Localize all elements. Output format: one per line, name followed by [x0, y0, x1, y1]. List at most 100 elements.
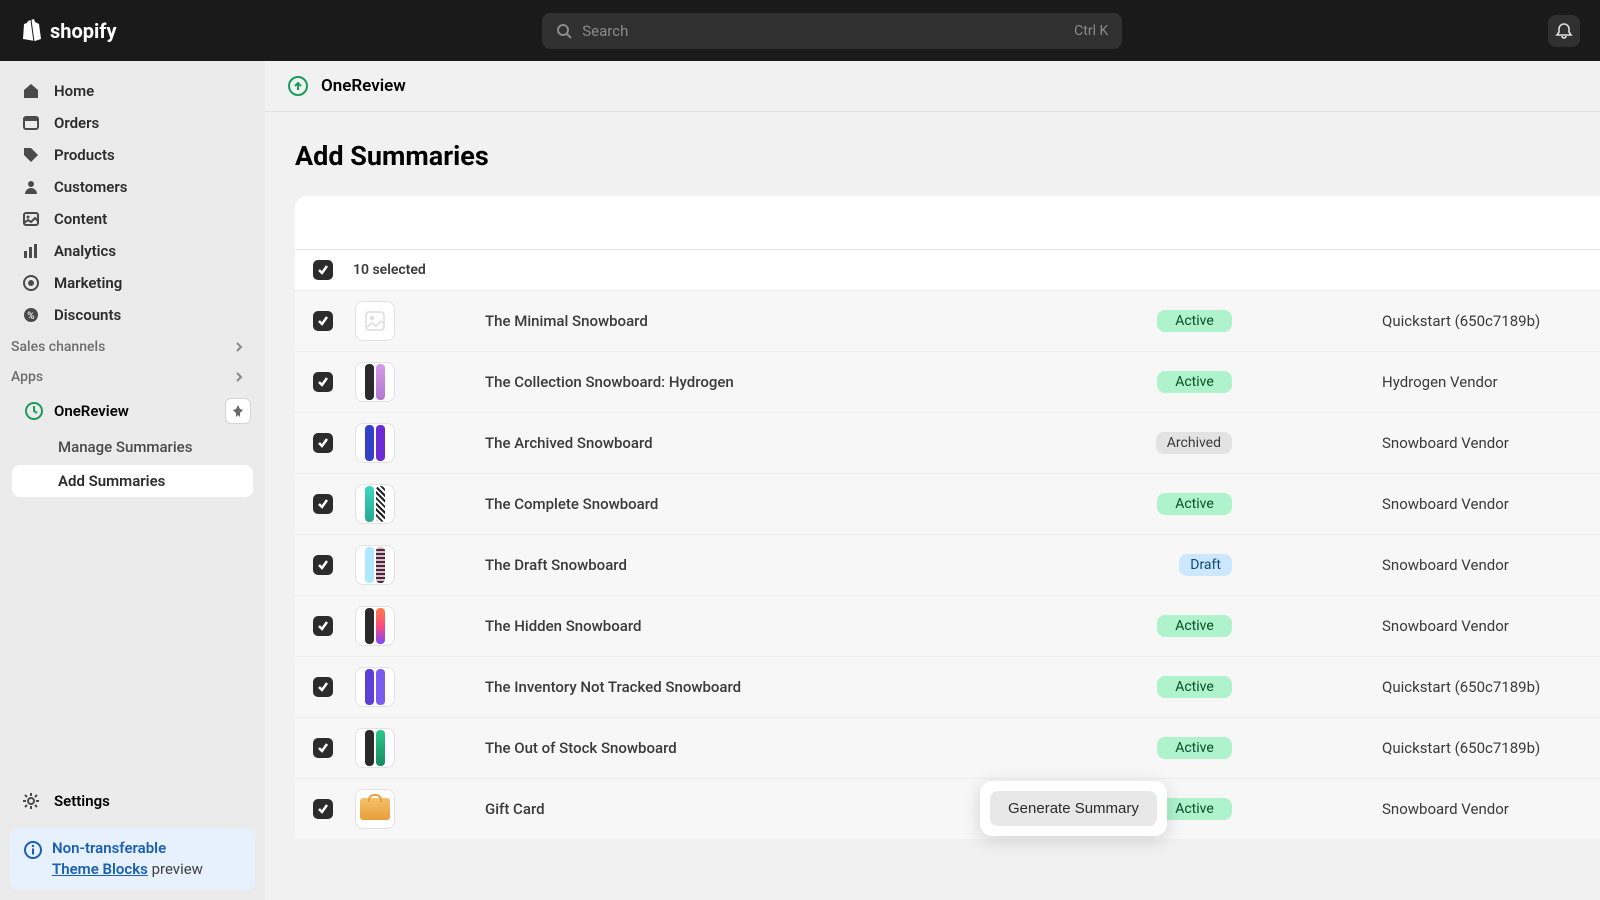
table-row[interactable]: The Out of Stock SnowboardActiveQuicksta…	[295, 717, 1600, 778]
generate-summary-button[interactable]: Generate Summary	[990, 791, 1157, 826]
action-popover: Generate Summary	[980, 781, 1167, 836]
product-title: The Archived Snowboard	[485, 434, 1156, 452]
check-icon	[317, 376, 329, 388]
status-badge: Active	[1157, 737, 1232, 759]
notice-title: Non-transferable	[52, 838, 203, 859]
row-checkbox[interactable]	[313, 799, 333, 819]
table-row[interactable]: The Collection Snowboard: HydrogenActive…	[295, 351, 1600, 412]
row-checkbox[interactable]	[313, 555, 333, 575]
section-apps[interactable]: Apps	[0, 361, 265, 391]
nav-marketing[interactable]: Marketing	[0, 267, 265, 299]
nav-discounts[interactable]: %Discounts	[0, 299, 265, 331]
product-title: The Complete Snowboard	[485, 495, 1157, 513]
status-badge: Draft	[1179, 554, 1232, 576]
status-badge: Active	[1157, 615, 1232, 637]
table-row[interactable]: The Draft SnowboardDraftSnowboard Vendor	[295, 534, 1600, 595]
status-badge: Archived	[1156, 432, 1232, 454]
row-checkbox[interactable]	[313, 616, 333, 636]
vendor-name: Snowboard Vendor	[1382, 800, 1582, 818]
nav-analytics[interactable]: Analytics	[0, 235, 265, 267]
vendor-name: Quickstart (650c7189b)	[1382, 312, 1582, 330]
vendor-name: Snowboard Vendor	[1382, 617, 1582, 635]
product-thumbnail	[355, 545, 395, 585]
shopify-logo-icon	[20, 18, 42, 43]
row-checkbox[interactable]	[313, 311, 333, 331]
search-icon	[556, 23, 572, 39]
product-thumbnail	[355, 362, 395, 402]
table-row[interactable]: Gift CardActiveSnowboard Vendor	[295, 778, 1600, 839]
vendor-name: Snowboard Vendor	[1382, 495, 1582, 513]
home-icon	[20, 82, 42, 100]
vendor-name: Hydrogen Vendor	[1382, 373, 1582, 391]
notice-theme-blocks: Non-transferable Theme Blocks preview	[10, 828, 255, 890]
product-title: The Hidden Snowboard	[485, 617, 1157, 635]
products-card: 10 selected The Minimal SnowboardActiveQ…	[295, 196, 1600, 839]
orders-icon	[20, 114, 42, 132]
check-icon	[317, 437, 329, 449]
app-onereview[interactable]: OneReview	[0, 391, 265, 431]
product-thumbnail	[355, 789, 395, 829]
chevron-right-icon	[233, 341, 245, 353]
product-thumbnail	[355, 484, 395, 524]
pin-button[interactable]	[225, 398, 251, 424]
info-icon	[24, 841, 42, 880]
notice-link[interactable]: Theme Blocks	[52, 860, 148, 878]
product-thumbnail	[355, 301, 395, 341]
app-onereview-icon	[24, 401, 44, 421]
row-checkbox[interactable]	[313, 433, 333, 453]
notifications-button[interactable]	[1548, 15, 1580, 47]
nav-home[interactable]: Home	[0, 75, 265, 107]
search-placeholder: Search	[582, 22, 1074, 40]
check-icon	[317, 315, 329, 327]
chevron-right-icon	[233, 371, 245, 383]
selection-row: 10 selected	[295, 250, 1600, 290]
brand-logo[interactable]: shopify	[20, 18, 117, 43]
product-thumbnail	[355, 423, 395, 463]
nav-content[interactable]: Content	[0, 203, 265, 235]
gear-icon	[20, 792, 42, 810]
row-checkbox[interactable]	[313, 677, 333, 697]
row-checkbox[interactable]	[313, 372, 333, 392]
customers-icon	[20, 178, 42, 196]
product-thumbnail	[355, 606, 395, 646]
sidebar: Home Orders Products Customers Content A…	[0, 61, 265, 900]
status-badge: Active	[1157, 371, 1232, 393]
product-thumbnail	[355, 728, 395, 768]
row-checkbox[interactable]	[313, 494, 333, 514]
selection-count: 10 selected	[353, 262, 426, 278]
pin-icon	[231, 404, 245, 418]
subnav-manage-summaries[interactable]: Manage Summaries	[0, 431, 265, 463]
page-title: Add Summaries	[265, 112, 1600, 196]
product-title: The Minimal Snowboard	[485, 312, 1157, 330]
check-icon	[317, 559, 329, 571]
row-checkbox[interactable]	[313, 738, 333, 758]
table-row[interactable]: The Minimal SnowboardActive Quickstart (6…	[295, 290, 1600, 351]
svg-text:%: %	[27, 311, 34, 322]
marketing-icon	[20, 274, 42, 292]
nav-products[interactable]: Products	[0, 139, 265, 171]
vendor-name: Snowboard Vendor	[1382, 556, 1582, 574]
status-badge: Active	[1157, 676, 1232, 698]
vendor-name: Quickstart (650c7189b)	[1382, 678, 1582, 696]
vendor-name: Quickstart (650c7189b)	[1382, 739, 1582, 757]
subnav-add-summaries[interactable]: Add Summaries	[12, 465, 253, 497]
check-icon	[317, 498, 329, 510]
table-row[interactable]: The Inventory Not Tracked SnowboardActiv…	[295, 656, 1600, 717]
product-thumbnail	[355, 667, 395, 707]
section-sales-channels[interactable]: Sales channels	[0, 331, 265, 361]
table-row[interactable]: The Archived SnowboardArchivedSnowboard …	[295, 412, 1600, 473]
table-row[interactable]: The Hidden SnowboardActive Snowboard Vend…	[295, 595, 1600, 656]
status-badge: Active	[1157, 310, 1232, 332]
search-input[interactable]: Search Ctrl K	[542, 13, 1122, 49]
nav-customers[interactable]: Customers	[0, 171, 265, 203]
brand-text: shopify	[50, 19, 117, 43]
select-all-checkbox[interactable]	[313, 260, 333, 280]
app-header-icon	[287, 75, 309, 97]
check-icon	[317, 803, 329, 815]
products-icon	[20, 146, 42, 164]
nav-orders[interactable]: Orders	[0, 107, 265, 139]
topbar: shopify Search Ctrl K	[0, 0, 1600, 61]
notice-suffix: preview	[148, 860, 203, 878]
table-row[interactable]: The Complete SnowboardActiveSnowboard Ve…	[295, 473, 1600, 534]
nav-settings[interactable]: Settings	[0, 782, 265, 820]
